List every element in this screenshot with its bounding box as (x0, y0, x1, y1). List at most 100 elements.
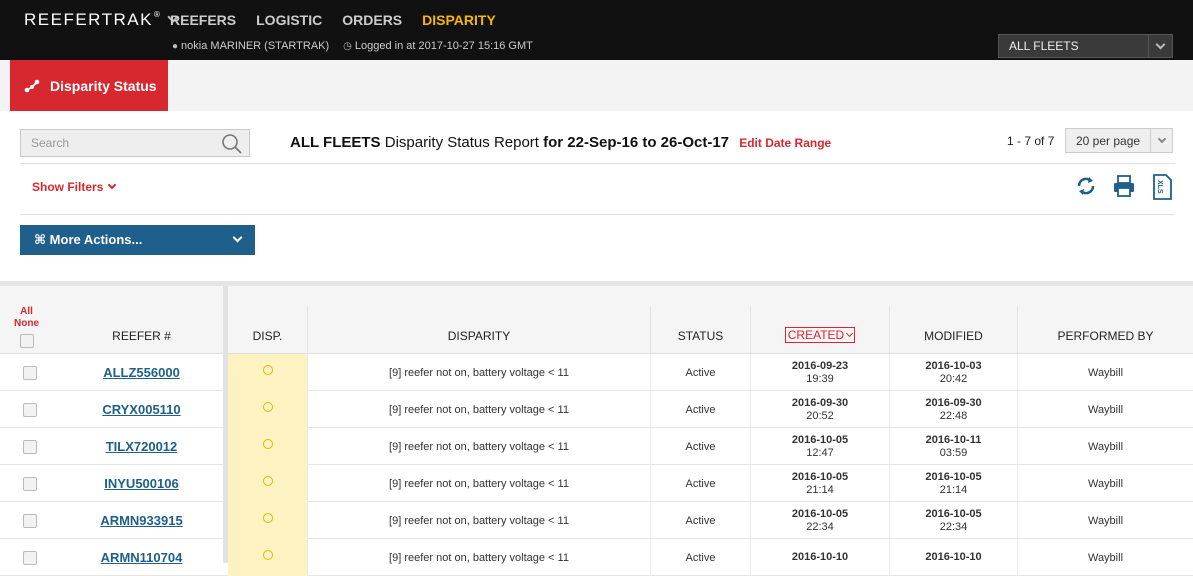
created-date: 2016-10-05 (791, 470, 849, 483)
reefer-link[interactable]: ARMN933915 (100, 513, 182, 528)
created-cell: 2016-09-23 19:39 (750, 354, 889, 391)
edit-date-range-link[interactable]: Edit Date Range (739, 136, 831, 150)
svg-text:XLS: XLS (1156, 180, 1163, 194)
col-header-reefer[interactable]: REEFER # (60, 306, 223, 354)
table-row[interactable]: ARMN933915 [9] reefer not on, battery vol… (0, 502, 1193, 539)
performed-by-cell: Waybill (1017, 465, 1193, 502)
table-header-left: All None REEFER # (0, 286, 223, 354)
modified-cell: 2016-10-05 21:14 (889, 465, 1017, 502)
table-row[interactable]: TILX720012 [9] reefer not on, battery vol… (0, 428, 1193, 465)
select-all-checkbox[interactable] (19, 334, 34, 348)
show-filters-button[interactable]: Show Filters (32, 180, 117, 194)
reefer-link[interactable]: TILX720012 (106, 439, 178, 454)
disp-cell (228, 391, 307, 428)
xls-export-icon[interactable]: XLS (1150, 174, 1174, 200)
reefer-cell: CRYX005110 (60, 391, 223, 428)
status-cell: Active (650, 428, 750, 465)
row-checkbox[interactable] (23, 365, 37, 380)
report-fleet: ALL FLEETS (290, 134, 381, 151)
modified-cell: 2016-10-05 22:34 (889, 502, 1017, 539)
per-page-select[interactable]: 20 per page (1065, 128, 1173, 153)
nav-disparity[interactable]: DISPARITY (422, 12, 496, 28)
print-icon[interactable] (1112, 174, 1136, 198)
per-page-value: 20 per page (1076, 133, 1141, 148)
created-sort[interactable]: CREATED (784, 327, 856, 343)
created-time: 22:34 (806, 520, 834, 533)
created-cell: 2016-10-05 12:47 (750, 428, 889, 465)
login-time: Logged in at 2017-10-27 15:16 GMT (354, 40, 533, 52)
fleet-select-value: ALL FLEETS (1009, 39, 1079, 53)
fleet-select[interactable]: ALL FLEETS (998, 34, 1173, 58)
modified-time: 22:48 (939, 409, 968, 422)
report-name: Disparity Status Report (384, 134, 539, 151)
created-time: 19:39 (806, 372, 834, 385)
pane-splitter[interactable] (223, 286, 228, 563)
nav-orders[interactable]: ORDERS (342, 12, 402, 28)
disparity-cell: [9] reefer not on, battery voltage < 11 (307, 539, 650, 576)
tab-disparity-status[interactable]: Disparity Status (10, 60, 168, 111)
status-cell: Active (650, 539, 750, 576)
modified-cell: 2016-09-30 22:48 (889, 391, 1017, 428)
more-actions-button[interactable]: ⌘ More Actions... (20, 225, 255, 255)
divider (20, 214, 1175, 215)
disparity-cell: [9] reefer not on, battery voltage < 11 (307, 502, 650, 539)
disparity-cell: [9] reefer not on, battery voltage < 11 (307, 428, 650, 465)
divider (20, 163, 1175, 164)
created-date: 2016-09-23 (791, 359, 849, 372)
col-header-performed-by[interactable]: PERFORMED BY (1017, 306, 1193, 354)
col-header-disp[interactable]: DISP. (228, 306, 307, 354)
user-info: ● nokia MARINER (STARTRAK) (172, 40, 329, 52)
reefer-link[interactable]: ALLZ556000 (103, 365, 180, 380)
modified-time: 03:59 (939, 446, 968, 459)
row-checkbox[interactable] (23, 439, 37, 454)
nav-reefers[interactable]: REEFERS (170, 12, 236, 28)
reefer-link[interactable]: INYU500106 (104, 476, 178, 491)
performed-by-cell: Waybill (1017, 391, 1193, 428)
disp-cell (228, 428, 307, 465)
table-row[interactable]: CRYX005110 [9] reefer not on, battery vol… (0, 391, 1193, 428)
table-row[interactable]: ALLZ556000 [9] reefer not on, battery vol… (0, 354, 1193, 391)
reefer-link[interactable]: CRYX005110 (102, 402, 180, 417)
tab-row: Disparity Status (0, 60, 1193, 111)
brand-logo[interactable]: REEFERTRAK ® (24, 9, 180, 30)
brand-mark: ® (154, 9, 162, 19)
login-info: ◷ Logged in at 2017-10-27 15:16 GMT (343, 40, 533, 52)
chevron-down-icon[interactable] (1148, 35, 1172, 57)
row-checkbox[interactable] (23, 550, 37, 565)
top-navigation-bar: REEFERTRAK ® REEFERS LOGISTIC ORDERS DISP… (0, 0, 1193, 60)
report-range: for 22-Sep-16 to 26-Oct-17 (543, 134, 730, 151)
chevron-down-icon[interactable] (1150, 129, 1172, 152)
reefer-cell: ARMN110704 (60, 539, 223, 576)
select-none-link[interactable]: None (14, 318, 39, 330)
nav-logistic[interactable]: LOGISTIC (256, 12, 322, 28)
refresh-icon[interactable] (1074, 174, 1098, 198)
created-cell: 2016-10-10 (750, 539, 889, 576)
created-date: 2016-10-05 (791, 433, 849, 446)
more-actions-label: ⌘ More Actions... (34, 232, 143, 247)
row-checkbox[interactable] (23, 402, 37, 417)
col-header-created[interactable]: CREATED (750, 306, 889, 354)
search-icon[interactable] (221, 133, 243, 155)
modified-cell: 2016-10-10 (889, 539, 1017, 576)
modified-date: 2016-10-05 (925, 470, 982, 483)
tab-label: Disparity Status (50, 77, 157, 94)
select-all-link[interactable]: All (14, 306, 39, 318)
reefer-cell: ARMN933915 (60, 502, 223, 539)
created-time: 20:52 (806, 409, 834, 422)
search-input[interactable]: Search (20, 129, 250, 157)
table-row[interactable]: ARMN110704 [9] reefer not on, battery vol… (0, 539, 1193, 576)
user-icon: ● (172, 41, 179, 52)
row-checkbox[interactable] (23, 476, 37, 491)
col-header-status[interactable]: STATUS (650, 306, 750, 354)
brand-name: REEFERTRAK (24, 10, 153, 29)
col-header-modified[interactable]: MODIFIED (889, 306, 1017, 354)
modified-date: 2016-10-11 (925, 433, 982, 446)
row-checkbox[interactable] (23, 513, 37, 528)
status-dot-icon (262, 475, 273, 486)
reefer-cell: TILX720012 (60, 428, 223, 465)
table-row[interactable]: INYU500106 [9] reefer not on, battery vol… (0, 465, 1193, 502)
col-header-disparity[interactable]: DISPARITY (307, 306, 650, 354)
created-cell: 2016-10-05 21:14 (750, 465, 889, 502)
modified-date: 2016-10-03 (925, 359, 982, 372)
disp-cell (228, 502, 307, 539)
